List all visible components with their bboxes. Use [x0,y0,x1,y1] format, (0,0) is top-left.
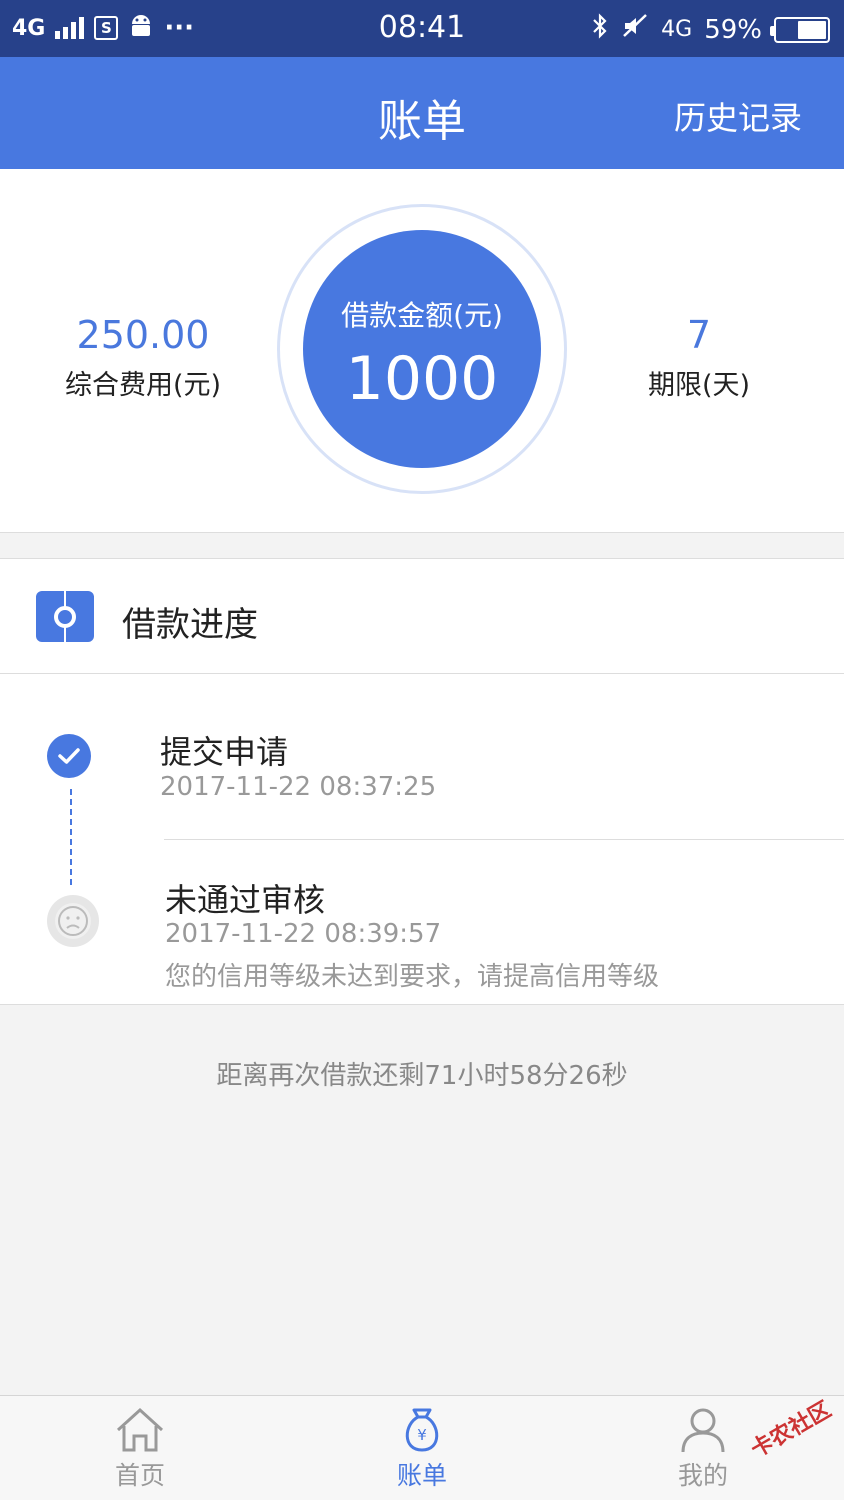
loan-progress: 借款进度 提交申请 2017-11-22 08:37:25 未通过审核 2017… [0,558,844,1005]
tab-bill-label: 账单 [396,1461,447,1490]
progress-title: 借款进度 [122,605,258,645]
status-bar: 4G S ··· 08:41 4G 59% [0,0,844,57]
tab-home[interactable]: 首页 [80,1404,200,1492]
history-button[interactable]: 历史记录 [674,93,802,139]
timeline-connector [70,789,72,885]
step-submit-time: 2017-11-22 08:37:25 [160,772,437,802]
step-divider [164,839,844,840]
mute-icon [621,12,649,47]
progress-header: 借款进度 [0,559,844,674]
tab-home-label: 首页 [114,1461,165,1490]
amount-value: 1000 [345,344,499,414]
sad-face-icon [47,895,99,947]
status-right: 4G 59% [591,12,830,47]
step-rejected-time: 2017-11-22 08:39:57 [165,919,442,949]
money-bag-icon: ¥ [362,1404,482,1454]
bluetooth-icon [591,12,609,47]
amount-circle: 借款金额(元) 1000 [303,230,541,468]
battery-icon [770,16,830,43]
fee-stat: 250.00 综合费用(元) [23,313,263,402]
term-label: 期限(天) [647,370,751,401]
home-icon [80,1404,200,1454]
fee-label: 综合费用(元) [64,370,222,401]
battery-percent: 59% [704,14,762,45]
nav-bar: 账单 历史记录 [0,57,844,169]
term-value: 7 [686,313,712,357]
check-icon [47,734,91,778]
sad-face-inner [55,903,91,939]
reapply-countdown: 距离再次借款还剩71小时58分26秒 [216,1061,628,1091]
tab-mine[interactable]: 我的 [643,1404,763,1492]
svg-text:¥: ¥ [417,1426,427,1444]
step-submit-title: 提交申请 [160,733,289,771]
fee-value: 250.00 [76,313,210,357]
network-type-right: 4G [661,17,693,42]
step-rejected-note: 您的信用等级未达到要求，请提高信用等级 [165,962,660,992]
user-icon [643,1404,763,1454]
battery-level [798,20,826,39]
step-rejected-title: 未通过审核 [165,881,326,919]
tab-mine-label: 我的 [677,1461,728,1490]
progress-icon [36,591,94,642]
tab-bar: 首页 ¥ 账单 我的 [0,1395,844,1500]
amount-label: 借款金额(元) [341,299,503,332]
term-stat: 7 期限(天) [579,313,819,402]
tab-bill[interactable]: ¥ 账单 [362,1404,482,1492]
loan-summary: 250.00 综合费用(元) 借款金额(元) 1000 7 期限(天) [0,169,844,533]
